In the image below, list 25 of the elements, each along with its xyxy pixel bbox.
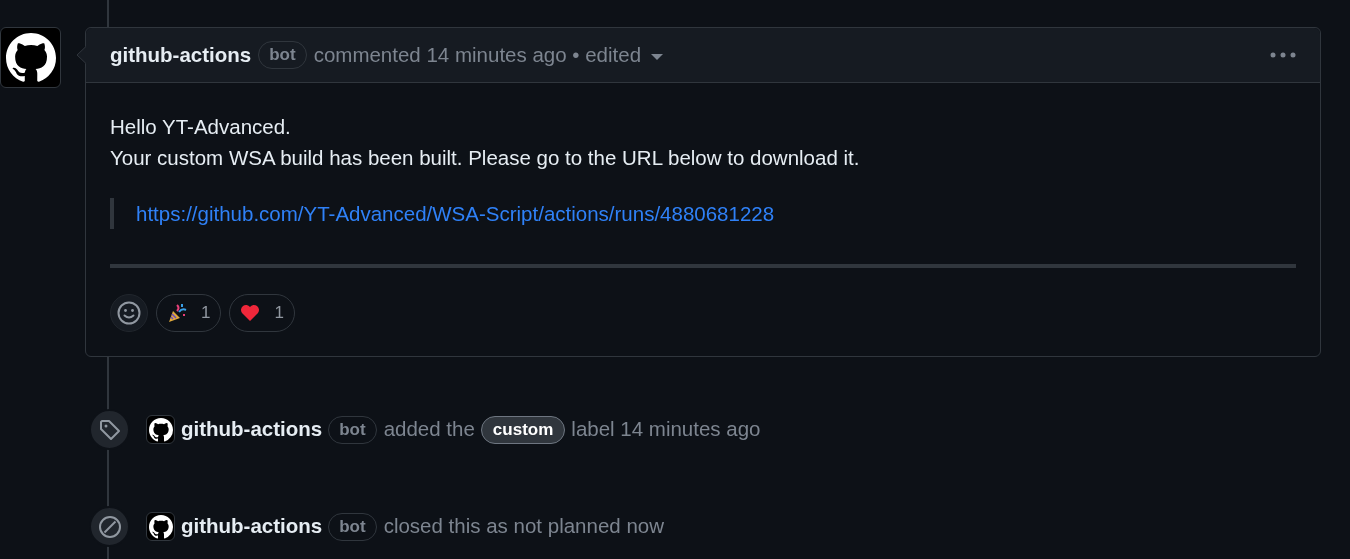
avatar[interactable] [0,27,61,88]
party-popper-icon [167,303,187,323]
user-avatar[interactable] [146,415,175,444]
add-reaction-button[interactable] [110,294,148,332]
comment-text: Your custom WSA build has been built. Please go to the URL below to download it. [110,145,861,171]
run-link[interactable]: https://github.com/YT-Advanced/WSA-Script/actions/runs/4880681228 [136,202,775,225]
not-planned-icon [97,514,122,539]
heart-icon [240,304,261,322]
author-link[interactable]: github-actions [181,414,323,445]
github-logo-icon [148,514,173,539]
more-options-icon[interactable] [1270,52,1296,58]
github-logo-icon [5,32,56,83]
author-link[interactable]: github-actions [181,511,323,542]
tag-icon [98,418,121,441]
label-tag[interactable]: custom [480,415,566,444]
event-text: added the [383,416,475,443]
comment-meta: commented 14 minutes ago • edited [313,41,642,68]
event-text: closed this as not planned now [383,513,664,540]
author-link[interactable]: github-actions [110,39,252,71]
caret-icon[interactable] [651,53,664,61]
comment-text: Hello YT-Advanced. [110,114,292,140]
github-logo-icon [148,417,173,442]
event-text: label 14 minutes ago [571,416,761,443]
smiley-icon [117,301,141,325]
user-avatar[interactable] [146,512,175,541]
